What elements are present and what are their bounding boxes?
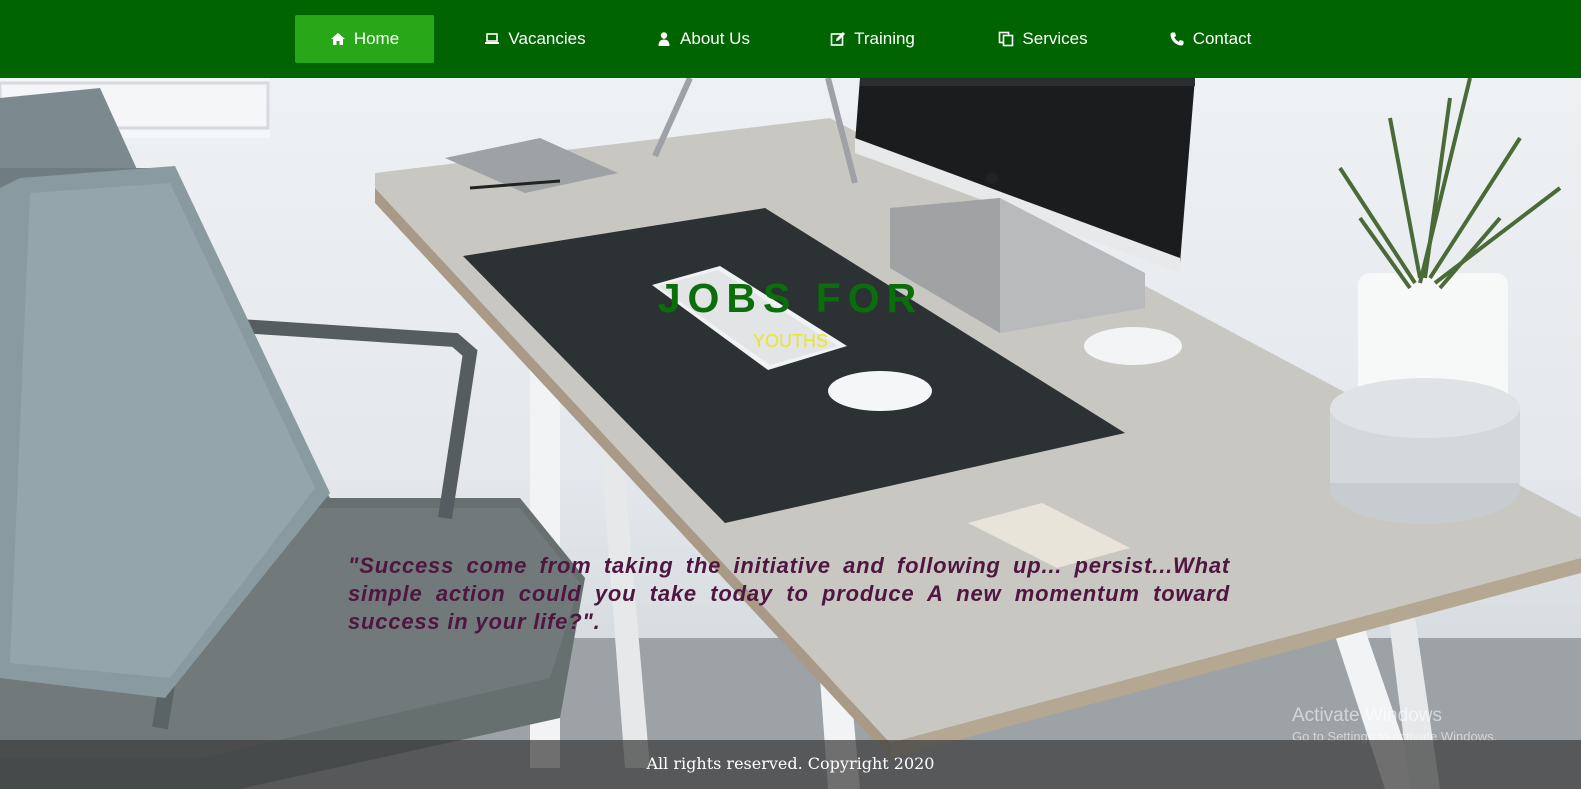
copyright-text: All rights reserved. Copyright 2020 (646, 754, 935, 773)
top-navbar: Home Vacancies About Us Training Service… (0, 0, 1581, 78)
nav-vacancies-label: Vacancies (508, 29, 586, 48)
copy-icon (998, 31, 1014, 47)
nav-about-us[interactable]: About Us (648, 15, 758, 63)
edit-icon (830, 31, 846, 47)
office-desk-photo (0, 78, 1581, 789)
phone-icon (1169, 31, 1185, 47)
hero-subtitle: YOUTHS (752, 331, 828, 351)
laptop-icon (484, 31, 500, 47)
nav-about-us-label: About Us (680, 29, 750, 48)
nav-services[interactable]: Services (988, 15, 1098, 63)
nav-vacancies[interactable]: Vacancies (470, 15, 600, 63)
nav-home[interactable]: Home (295, 15, 434, 63)
hero-section (0, 78, 1581, 789)
nav-contact-label: Contact (1192, 29, 1252, 48)
hero-quote: "Success come from taking the initiative… (348, 553, 1230, 634)
user-icon (656, 31, 672, 47)
nav-training-label: Training (854, 29, 915, 48)
hero-title: JOBS FOR (657, 275, 924, 321)
windows-activation-watermark: Activate Windows Go to Settings to activ… (1292, 705, 1497, 744)
home-icon (330, 31, 346, 47)
nav-training[interactable]: Training (820, 15, 925, 63)
watermark-title: Activate Windows (1292, 705, 1442, 726)
nav-home-label: Home (353, 29, 400, 48)
nav-services-label: Services (1022, 29, 1088, 48)
nav-contact[interactable]: Contact (1160, 15, 1260, 63)
page-footer: All rights reserved. Copyright 2020 (0, 740, 1581, 789)
